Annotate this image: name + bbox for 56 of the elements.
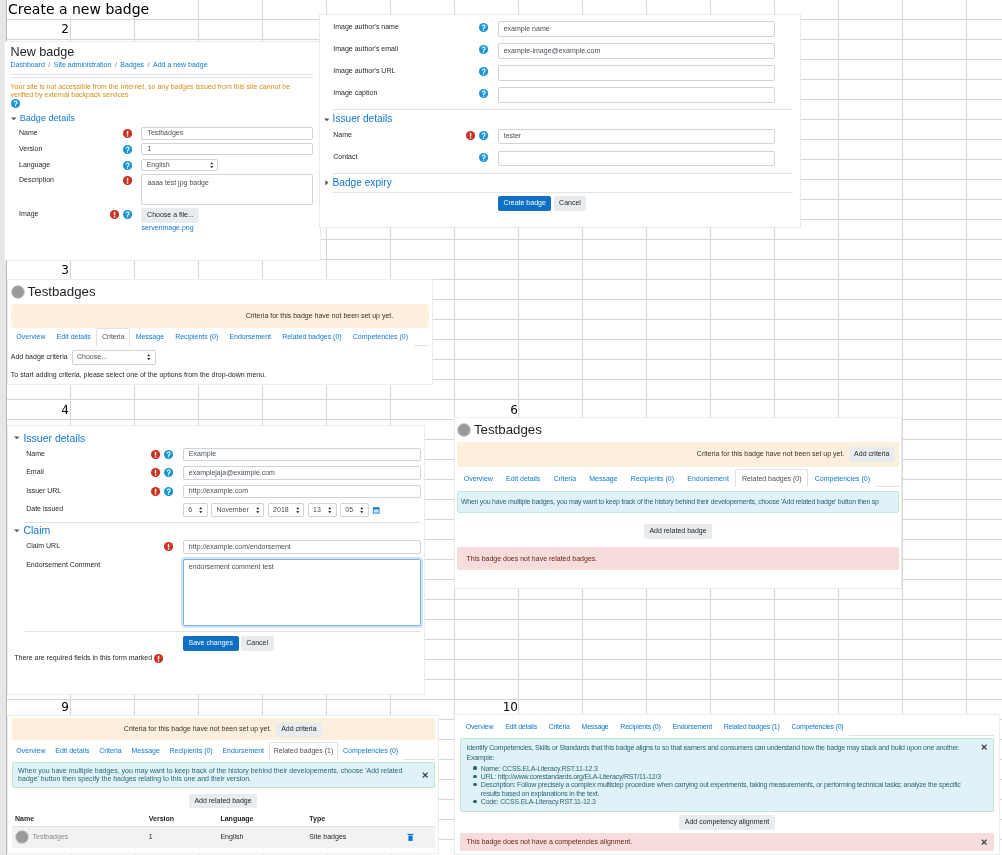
help-icon[interactable] xyxy=(164,468,174,478)
bullet-dot xyxy=(473,774,477,778)
caret-icon[interactable] xyxy=(14,527,20,534)
help-icon[interactable] xyxy=(122,210,132,220)
help-icon[interactable] xyxy=(122,144,132,154)
help-icon[interactable] xyxy=(164,449,174,459)
text-field[interactable] xyxy=(497,87,775,103)
section-title[interactable]: Claim xyxy=(23,524,51,537)
caret-icon[interactable] xyxy=(14,435,20,441)
step-number: 6 xyxy=(509,403,518,417)
help-icon[interactable] xyxy=(478,153,488,163)
text-field[interactable] xyxy=(497,65,775,81)
page-heading: New badge xyxy=(10,44,76,60)
bullet-dot xyxy=(473,799,477,803)
step-number: 3 xyxy=(60,263,69,277)
step-number: 2 xyxy=(60,22,69,36)
select-arrows-icon xyxy=(147,354,151,361)
badge-avatar xyxy=(15,830,29,845)
bullet-dot xyxy=(473,783,477,787)
trash-icon[interactable] xyxy=(406,833,414,842)
help-icon[interactable] xyxy=(122,160,132,170)
section-title[interactable]: Badge details xyxy=(19,113,75,125)
badge-avatar xyxy=(457,423,472,438)
help-icon[interactable] xyxy=(10,99,20,109)
select-arrows-icon xyxy=(199,506,203,514)
required-icon xyxy=(154,654,164,664)
section-title[interactable]: Badge expiry xyxy=(332,176,392,189)
close-icon[interactable] xyxy=(981,838,988,846)
badge-avatar xyxy=(10,285,25,300)
close-icon[interactable] xyxy=(421,772,428,779)
badge-title: Testbadges xyxy=(473,422,542,439)
sheet-title: Create a new badge xyxy=(8,1,152,17)
help-icon[interactable] xyxy=(478,45,488,55)
select-arrows-icon xyxy=(295,506,300,514)
section-title[interactable]: Issuer details xyxy=(332,113,393,126)
select-arrows-icon xyxy=(255,506,260,514)
calendar-icon[interactable] xyxy=(372,505,381,515)
help-icon[interactable] xyxy=(478,131,488,141)
caret-icon[interactable] xyxy=(323,116,330,123)
bullet-dot xyxy=(473,766,477,770)
select-arrows-icon xyxy=(360,506,364,514)
close-icon[interactable] xyxy=(981,743,988,750)
select-arrows-icon xyxy=(327,506,332,514)
text-field[interactable] xyxy=(497,150,775,167)
caret-icon[interactable] xyxy=(10,116,17,122)
badge-title: Testbadges xyxy=(27,284,96,301)
help-icon[interactable] xyxy=(478,89,488,99)
help-icon[interactable] xyxy=(478,23,488,33)
step-number: 4 xyxy=(60,403,69,417)
help-icon[interactable] xyxy=(478,67,488,77)
select-arrows-icon xyxy=(209,161,214,168)
caret-icon[interactable] xyxy=(323,180,330,186)
section-title[interactable]: Issuer details xyxy=(23,431,86,445)
help-icon[interactable] xyxy=(164,486,174,496)
step-number: 10 xyxy=(501,700,518,714)
step-number: 9 xyxy=(60,700,69,714)
